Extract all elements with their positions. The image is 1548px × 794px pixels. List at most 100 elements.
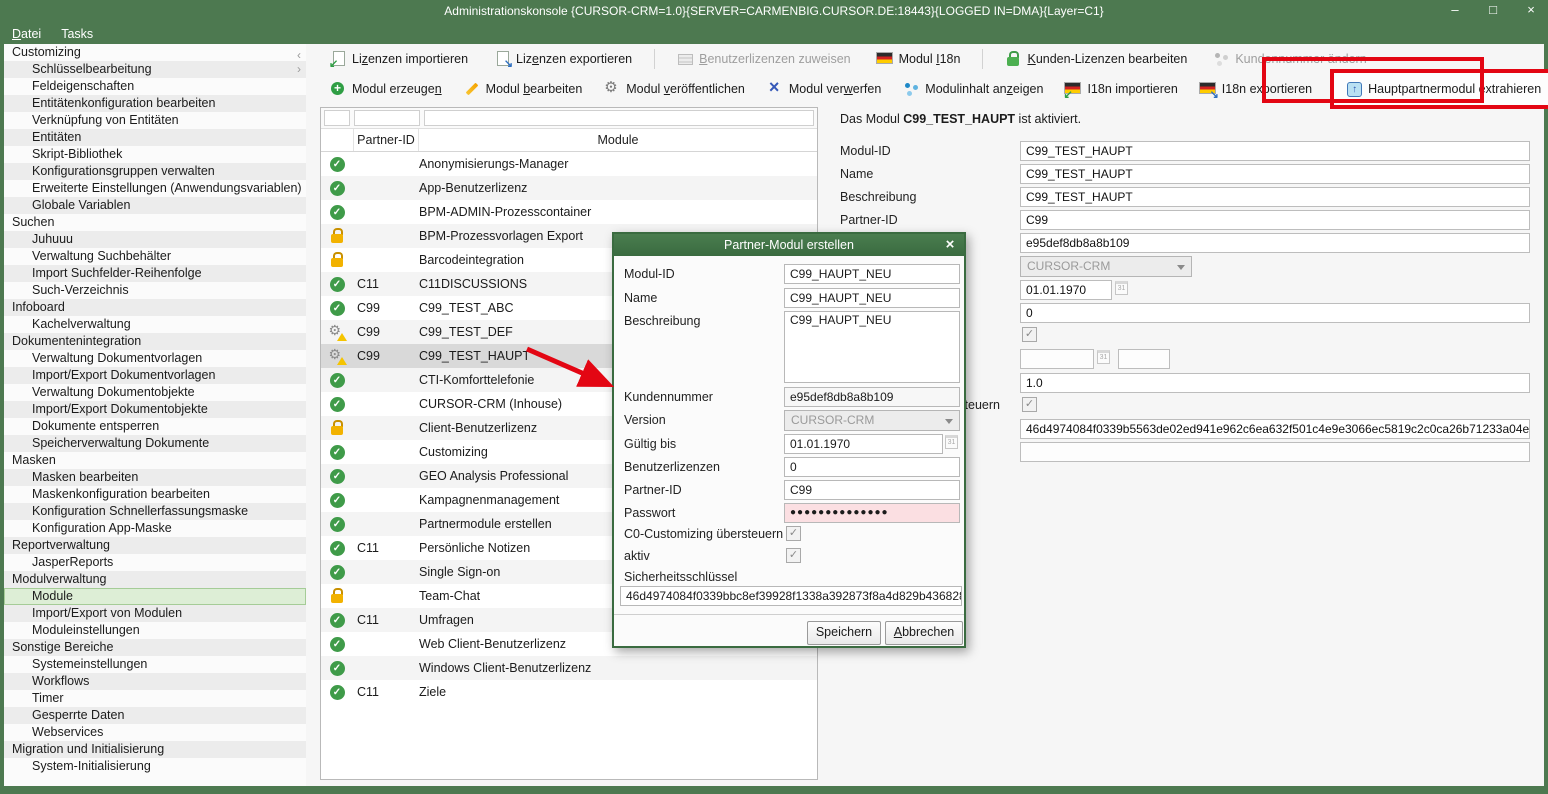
detail-kundennummer-field[interactable]: e95def8db8a8b109 <box>1020 233 1530 253</box>
dialog-kundennummer-input[interactable]: e95def8db8a8b109 <box>784 387 960 407</box>
sidebar-item-systemeinstellungen[interactable]: Systemeinstellungen <box>4 656 306 673</box>
detail-partner-id-field[interactable]: C99 <box>1020 210 1530 230</box>
sidebar-item-reportverwaltung[interactable]: Reportverwaltung <box>4 537 306 554</box>
filter-status-input[interactable] <box>324 110 350 126</box>
dialog-version-select[interactable]: CURSOR-CRM <box>784 410 960 431</box>
detail-modulversion-field[interactable]: 1.0 <box>1020 373 1530 393</box>
sidebar-item-verwaltung-dokumentvorlagen[interactable]: Verwaltung Dokumentvorlagen <box>4 350 306 367</box>
calendar-icon[interactable] <box>1097 350 1110 364</box>
sidebar-item-skript-bibliothek[interactable]: Skript-Bibliothek <box>4 146 306 163</box>
minimize-button[interactable]: – <box>1448 2 1462 17</box>
detail-checkbox-1[interactable] <box>1022 327 1037 342</box>
detail-modul-id-field[interactable]: C99_TEST_HAUPT <box>1020 141 1530 161</box>
sidebar-item-konfigurationsgruppen-verwalten[interactable]: Konfigurationsgruppen verwalten <box>4 163 306 180</box>
table-row-anonymisierungs-manager[interactable]: Anonymisierungs-Manager <box>321 152 817 176</box>
filter-partner-id-input[interactable] <box>354 110 420 126</box>
toolbar-button-modul-i18n[interactable]: Modul I18n <box>873 49 965 69</box>
sidebar-item-speicherverwaltung-dokumente[interactable]: Speicherverwaltung Dokumente <box>4 435 306 452</box>
table-row-windows-client-benutzerlizenz[interactable]: Windows Client-Benutzerlizenz <box>321 656 817 680</box>
sidebar-item-entit-ten[interactable]: Entitäten <box>4 129 306 146</box>
sidebar-item-import-export-dokumentobjekte[interactable]: Import/Export Dokumentobjekte <box>4 401 306 418</box>
toolbar-button-modul-bearbeiten[interactable]: Modul bearbeiten <box>460 79 587 99</box>
sidebar-item-entit-tenkonfiguration-bearbeiten[interactable]: Entitätenkonfiguration bearbeiten <box>4 95 306 112</box>
sidebar-item-verwaltung-dokumentobjekte[interactable]: Verwaltung Dokumentobjekte <box>4 384 306 401</box>
sidebar-item-verwaltung-suchbeh-lter[interactable]: Verwaltung Suchbehälter <box>4 248 306 265</box>
close-button[interactable]: × <box>1524 2 1538 17</box>
dialog-benutzerlizenzen-input[interactable]: 0 <box>784 457 960 477</box>
toolbar-button-lizenzen-exportieren[interactable]: Lizenzen exportieren <box>490 49 636 69</box>
detail-sicherheitsschluessel-field[interactable]: 46d4974084f0339b5563de02ed941e962c6ea632… <box>1020 419 1530 439</box>
sidebar-item-suchen[interactable]: Suchen <box>4 214 306 231</box>
dialog-passwort-input[interactable]: ●●●●●●●●●●●●●● <box>784 503 960 523</box>
menu-item-tasks[interactable]: Tasks <box>61 27 93 41</box>
detail-c0-checkbox[interactable] <box>1022 397 1037 412</box>
sidebar-item-masken[interactable]: Masken <box>4 452 306 469</box>
sidebar-item-moduleinstellungen[interactable]: Moduleinstellungen <box>4 622 306 639</box>
toolbar-button-modul-verwerfen[interactable]: Modul verwerfen <box>763 79 885 99</box>
dialog-modul-id-input[interactable]: C99_HAUPT_NEU <box>784 264 960 284</box>
sidebar-item-masken-bearbeiten[interactable]: Masken bearbeiten <box>4 469 306 486</box>
toolbar-button-modulinhalt-anzeigen[interactable]: Modulinhalt anzeigen <box>899 79 1047 99</box>
sidebar-item-maskenkonfiguration-bearbeiten[interactable]: Maskenkonfiguration bearbeiten <box>4 486 306 503</box>
detail-empty-date-field[interactable] <box>1020 349 1094 369</box>
dialog-beschreibung-textarea[interactable]: C99_HAUPT_NEU <box>784 311 960 383</box>
menu-item-datei[interactable]: Datei <box>12 27 41 41</box>
dialog-gueltig-bis-input[interactable]: 01.01.1970 <box>784 434 943 454</box>
maximize-button[interactable]: □ <box>1486 2 1500 17</box>
sidebar-item-juhuuu[interactable]: Juhuuu <box>4 231 306 248</box>
sidebar-item-dokumente-entsperren[interactable]: Dokumente entsperren <box>4 418 306 435</box>
sidebar-item-schl-sselbearbeitung[interactable]: Schlüsselbearbeitung <box>4 61 306 78</box>
sidebar-item-kachelverwaltung[interactable]: Kachelverwaltung <box>4 316 306 333</box>
dialog-name-input[interactable]: C99_HAUPT_NEU <box>784 288 960 308</box>
sidebar-item-module[interactable]: Module <box>4 588 306 605</box>
table-row-bpm-admin-prozesscontainer[interactable]: BPM-ADMIN-Prozesscontainer <box>321 200 817 224</box>
cancel-button[interactable]: Abbrechen <box>885 621 963 645</box>
sidebar-item-import-suchfelder-reihenfolge[interactable]: Import Suchfelder-Reihenfolge <box>4 265 306 282</box>
detail-name-field[interactable]: C99_TEST_HAUPT <box>1020 164 1530 184</box>
sidebar-item-system-initialisierung[interactable]: System-Initialisierung <box>4 758 306 775</box>
sidebar-item-workflows[interactable]: Workflows <box>4 673 306 690</box>
dialog-aktiv-checkbox[interactable] <box>786 548 801 563</box>
table-row-ziele[interactable]: C11Ziele <box>321 680 817 704</box>
filter-module-input[interactable] <box>424 110 814 126</box>
sidebar-item-import-export-von-modulen[interactable]: Import/Export von Modulen <box>4 605 306 622</box>
dialog-sicherheitsschluessel-input[interactable]: 46d4974084f0339bbc8ef39928f1338a392873f8… <box>620 586 962 606</box>
sidebar-item-customizing[interactable]: Customizing <box>4 44 306 61</box>
sidebar-item-erweiterte-einstellungen-anwendungsvariablen[interactable]: Erweiterte Einstellungen (Anwendungsvari… <box>4 180 306 197</box>
toolbar-button-i18n-importieren[interactable]: I18n importieren <box>1061 79 1181 99</box>
table-row-app-benutzerlizenz[interactable]: App-Benutzerlizenz <box>321 176 817 200</box>
toolbar-button-kunden-lizenzen-bearbeiten[interactable]: Kunden-Lizenzen bearbeiten <box>1001 49 1191 69</box>
detail-version-select[interactable]: CURSOR-CRM <box>1020 256 1192 277</box>
toolbar-button-lizenzen-importieren[interactable]: Lizenzen importieren <box>326 49 472 69</box>
dialog-close-icon[interactable]: × <box>942 234 958 256</box>
detail-gueltig-bis-field[interactable]: 01.01.1970 <box>1020 280 1112 300</box>
sidebar-item-infoboard[interactable]: Infoboard <box>4 299 306 316</box>
calendar-icon[interactable] <box>1115 281 1128 295</box>
save-button[interactable]: Speichern <box>807 621 881 645</box>
sidebar-item-dokumentenintegration[interactable]: Dokumentenintegration <box>4 333 306 350</box>
sidebar-item-jasperreports[interactable]: JasperReports <box>4 554 306 571</box>
detail-beschreibung-field[interactable]: C99_TEST_HAUPT <box>1020 187 1530 207</box>
sidebar-item-migration-und-initialisierung[interactable]: Migration und Initialisierung <box>4 741 306 758</box>
sidebar-item-konfiguration-schnellerfassungsmaske[interactable]: Konfiguration Schnellerfassungsmaske <box>4 503 306 520</box>
sidebar-item-sonstige-bereiche[interactable]: Sonstige Bereiche <box>4 639 306 656</box>
sidebar-item-modulverwaltung[interactable]: Modulverwaltung <box>4 571 306 588</box>
sidebar-item-gesperrte-daten[interactable]: Gesperrte Daten <box>4 707 306 724</box>
sidebar-item-webservices[interactable]: Webservices <box>4 724 306 741</box>
dialog-partner-id-input[interactable]: C99 <box>784 480 960 500</box>
sidebar-item-timer[interactable]: Timer <box>4 690 306 707</box>
detail-empty-field[interactable] <box>1020 442 1530 462</box>
module-column-header[interactable]: Module <box>419 129 817 151</box>
sidebar-item-import-export-dokumentvorlagen[interactable]: Import/Export Dokumentvorlagen <box>4 367 306 384</box>
sidebar-collapse-chevrons[interactable]: ‹› <box>294 48 304 76</box>
sidebar-item-konfiguration-app-maske[interactable]: Konfiguration App-Maske <box>4 520 306 537</box>
toolbar-button-modul-erzeugen[interactable]: Modul erzeugen <box>326 79 446 99</box>
dialog-c0-checkbox[interactable] <box>786 526 801 541</box>
dialog-title-bar[interactable]: Partner-Modul erstellen <box>614 234 964 256</box>
sidebar-item-globale-variablen[interactable]: Globale Variablen <box>4 197 306 214</box>
detail-empty-small-field[interactable] <box>1118 349 1170 369</box>
sidebar-item-feldeigenschaften[interactable]: Feldeigenschaften <box>4 78 306 95</box>
sidebar-item-verkn-pfung-von-entit-ten[interactable]: Verknüpfung von Entitäten <box>4 112 306 129</box>
partner-id-column-header[interactable]: Partner-ID <box>353 129 419 151</box>
sidebar-item-such-verzeichnis[interactable]: Such-Verzeichnis <box>4 282 306 299</box>
